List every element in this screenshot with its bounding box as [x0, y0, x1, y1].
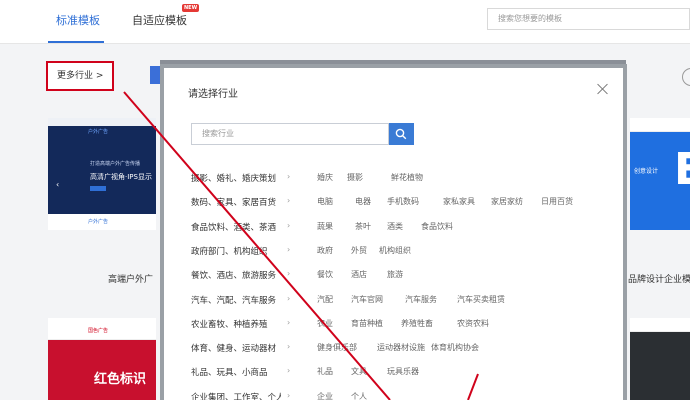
- annotation-arrow-lines: [123, 91, 479, 400]
